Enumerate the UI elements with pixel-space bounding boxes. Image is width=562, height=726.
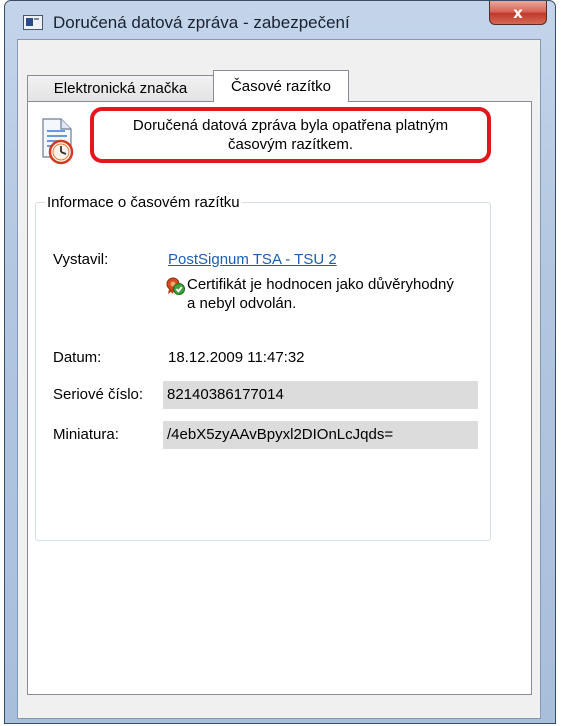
tab-label: Elektronická značka [53,80,188,97]
thumbprint-field[interactable]: /4ebX5zyAAvBpyxl2DIOnLcJqds= [163,421,478,449]
title-bar[interactable]: Doručená datová zpráva - zabezpečení x [5,1,555,39]
thumbprint-label: Miniatura: [53,426,119,443]
certificate-check-icon [166,277,185,295]
certificate-status-line-2: a nebyl odvolán. [187,295,297,312]
window-app-icon[interactable] [23,15,43,30]
date-value: 18.12.2009 11:47:32 [168,349,305,366]
serial-number-field[interactable]: 82140386177014 [163,381,478,409]
tab-casove-razitko[interactable]: Časové razítko [213,70,349,102]
timestamp-info-group: Informace o časovém razítku Vystavil: Po… [35,194,491,541]
timestamp-notice: Doručená datová zpráva byla opatřena pla… [90,107,491,163]
serial-number-label: Seriové číslo: [53,386,144,403]
close-icon: x [513,3,523,22]
issuer-label: Vystavil: [53,251,109,268]
notice-line-1: Doručená datová zpráva byla opatřena pla… [132,117,449,134]
notice-line-2: časovým razítkem. [227,136,354,153]
window-title: Doručená datová zpráva - zabezpečení [53,13,350,32]
dialog-window: Doručená datová zpráva - zabezpečení x E… [4,0,556,724]
close-button[interactable]: x [489,1,547,25]
date-label: Datum: [53,349,102,366]
certificate-status-line-1: Certifikát je hodnocen jako důvěryhodný [187,276,454,293]
tab-label: Časové razítko [230,78,332,95]
document-clock-icon [42,118,74,165]
dialog-client-area: Elektronická značka Časové razítko Doruč… [17,39,541,719]
certificate-status: Certifikát je hodnocen jako důvěryhodný … [187,275,517,313]
group-title: Informace o časovém razítku [45,194,242,211]
tab-panel: Doručená datová zpráva byla opatřena pla… [27,101,532,695]
tab-elektronicka-znacka[interactable]: Elektronická značka [27,75,214,101]
issuer-link[interactable]: PostSignum TSA - TSU 2 [168,251,337,268]
